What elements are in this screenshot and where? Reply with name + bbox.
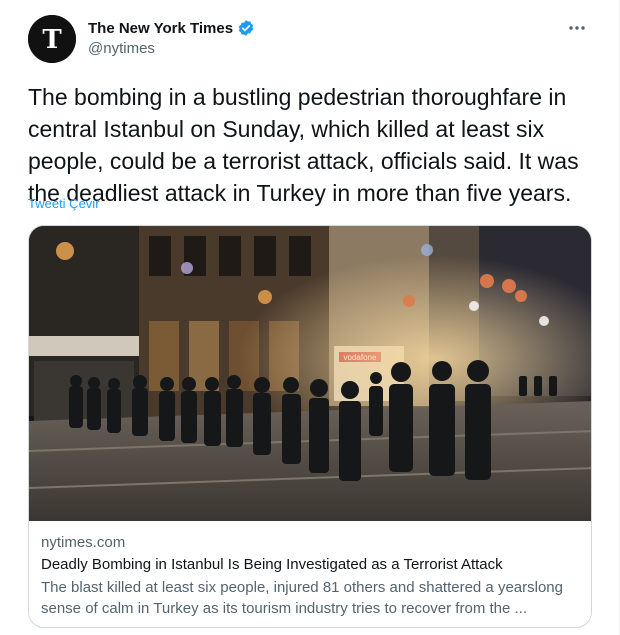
tweet[interactable]: T The New York Times @nytimes The bombin… [0, 0, 620, 635]
tweet-text: The bombing in a bustling pedestrian tho… [28, 84, 579, 206]
translate-tweet-link[interactable]: Tweeti Çevir [28, 196, 100, 211]
card-title[interactable]: Deadly Bombing in Istanbul Is Being Inve… [41, 555, 579, 575]
ellipsis-icon [569, 26, 585, 30]
author-name[interactable]: The New York Times [88, 20, 233, 37]
svg-text:T: T [42, 25, 62, 55]
more-options-button[interactable] [565, 16, 589, 40]
nyt-logo-icon: T [28, 15, 76, 63]
card-domain: nytimes.com [41, 534, 126, 551]
verified-badge-icon [238, 20, 254, 36]
author-handle[interactable]: @nytimes [88, 40, 155, 57]
street-scene-image: vodafone [29, 226, 591, 521]
author-name-row: The New York Times [88, 19, 255, 37]
card-photo[interactable]: vodafone [29, 226, 591, 521]
link-card[interactable]: vodafone [28, 225, 592, 628]
card-description: The blast killed at least six people, in… [41, 579, 563, 617]
card-meta: nytimes.com Deadly Bombing in Istanbul I… [41, 533, 579, 619]
avatar[interactable]: T [28, 15, 76, 63]
